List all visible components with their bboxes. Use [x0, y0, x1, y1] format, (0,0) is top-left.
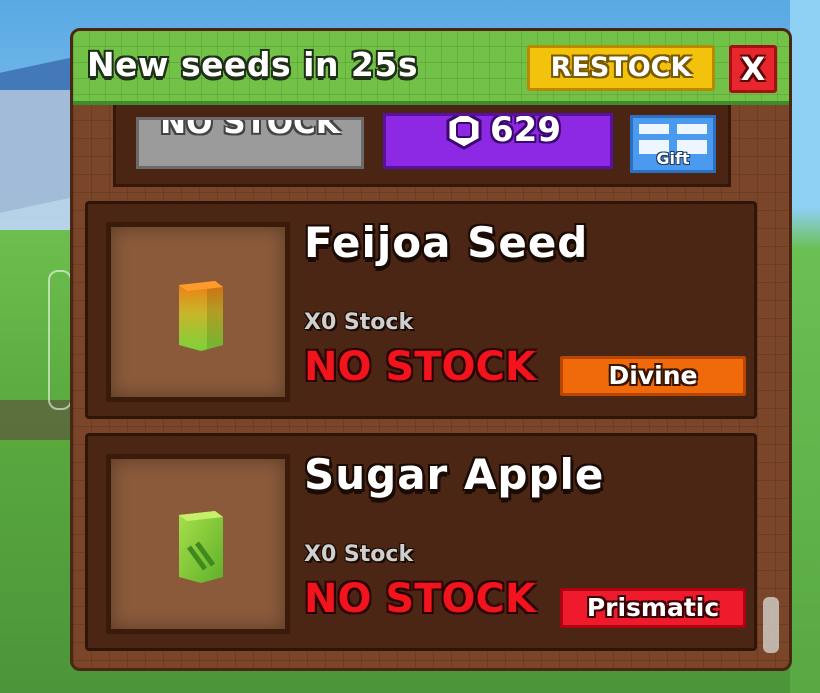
gift-label: Gift [656, 149, 690, 168]
item-name: Sugar Apple [304, 450, 605, 499]
shop-header: New seeds in 25s RESTOCK X [73, 31, 789, 105]
partial-item-row: NO STOCK 629 Gift [113, 105, 731, 187]
seed-item-card[interactable]: Sugar Apple X0 Stock NO STOCK Prismatic [85, 433, 757, 651]
scrollbar-thumb[interactable] [763, 597, 779, 653]
restock-timer: New seeds in 25s [87, 45, 418, 84]
no-stock-label: NO STOCK [160, 117, 340, 141]
seed-item-card[interactable]: Feijoa Seed X0 Stock NO STOCK Divine [85, 201, 757, 419]
no-stock-button[interactable]: NO STOCK [136, 117, 364, 169]
stock-status: NO STOCK [304, 344, 536, 390]
feijoa-seed-icon [179, 281, 223, 351]
rarity-badge: Divine [560, 356, 746, 396]
robux-price: 629 [490, 113, 561, 150]
sugar-apple-seed-icon [179, 511, 223, 583]
rarity-badge: Prismatic [560, 588, 746, 628]
stock-count: X0 Stock [304, 542, 414, 567]
background-right-edge [790, 0, 820, 693]
robux-buy-button[interactable]: 629 [383, 113, 613, 169]
restock-button[interactable]: RESTOCK [527, 45, 715, 91]
stock-count: X0 Stock [304, 310, 414, 335]
close-button[interactable]: X [729, 45, 777, 93]
stock-status: NO STOCK [304, 576, 536, 622]
item-name: Feijoa Seed [304, 218, 589, 267]
background-player-outline [48, 270, 72, 410]
gift-button[interactable]: Gift [630, 115, 716, 173]
item-thumbnail [106, 454, 290, 634]
item-thumbnail [106, 222, 290, 402]
seed-shop-panel: New seeds in 25s RESTOCK X NO STOCK 629 … [70, 28, 792, 671]
robux-icon [446, 116, 482, 150]
